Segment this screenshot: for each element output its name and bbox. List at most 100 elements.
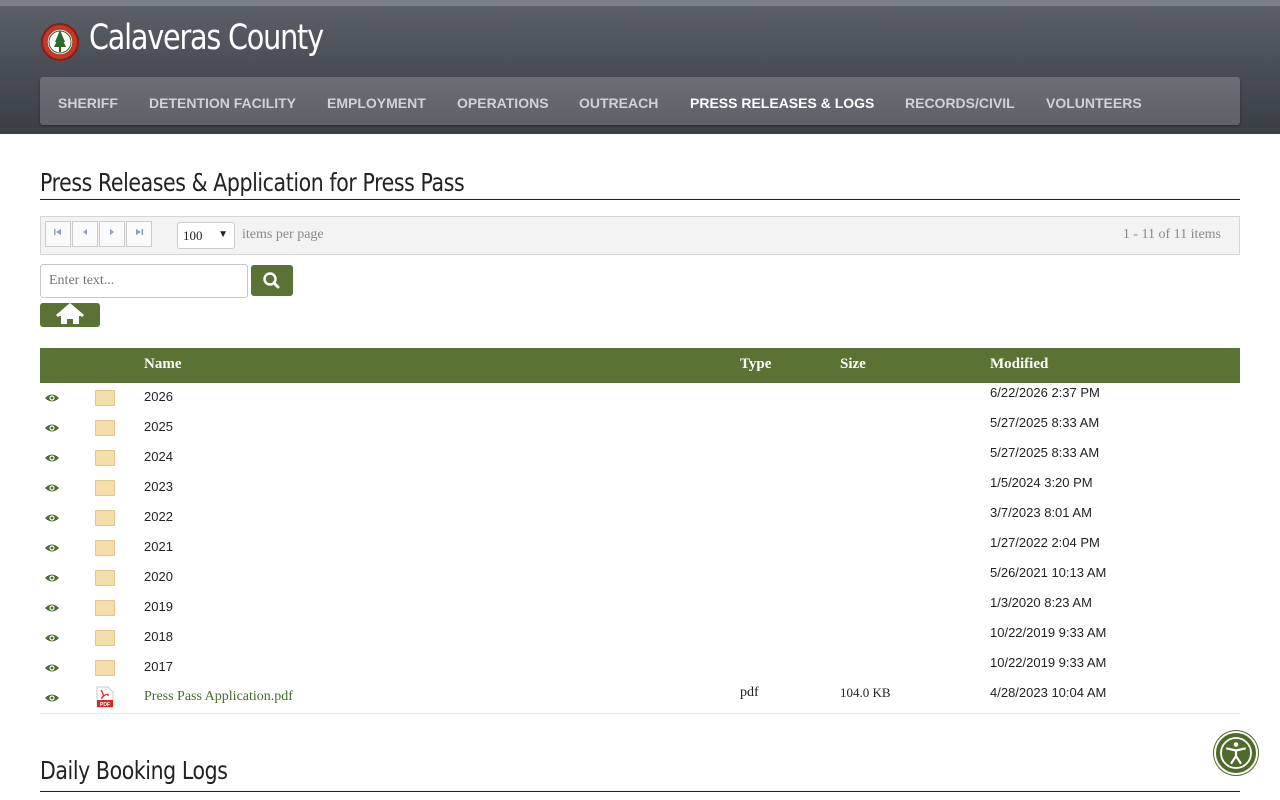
last-page-icon (136, 229, 143, 235)
file-modified: 3/7/2023 8:01 AM (990, 505, 1092, 520)
file-modified: 1/5/2024 3:20 PM (990, 475, 1093, 490)
nav-item-press-releases-logs[interactable]: PRESS RELEASES & LOGS (690, 77, 874, 125)
table-row: 2022 3/7/2023 8:01 AM (40, 503, 1240, 533)
items-per-page-select[interactable]: 100 ▼ (177, 222, 235, 249)
file-modified: 5/27/2025 8:33 AM (990, 415, 1100, 430)
table-row: 2024 5/27/2025 8:33 AM (40, 443, 1240, 473)
section-title-text: Daily Booking Logs (40, 756, 228, 785)
file-name[interactable]: 2018 (144, 629, 173, 644)
file-name[interactable]: 2021 (144, 539, 173, 554)
folder-icon (95, 390, 115, 406)
next-page-button[interactable] (99, 221, 125, 247)
view-eye-icon[interactable] (44, 631, 60, 645)
file-modified: 6/22/2026 2:37 PM (990, 385, 1100, 400)
nav-item-records-civil[interactable]: RECORDS/CIVIL (905, 77, 1015, 125)
pager-info: 1 - 11 of 11 items (1122, 227, 1221, 242)
file-size: 104.0 KB (840, 685, 891, 700)
table-row: 2025 5/27/2025 8:33 AM (40, 413, 1240, 443)
accessibility-icon (1220, 737, 1252, 769)
nav-item-volunteers[interactable]: VOLUNTEERS (1046, 77, 1142, 125)
view-eye-icon[interactable] (44, 661, 60, 675)
file-modified: 4/28/2023 10:04 AM (990, 685, 1107, 700)
table-row: 2020 5/26/2021 10:13 AM (40, 563, 1240, 593)
search-icon (263, 272, 280, 289)
file-name[interactable]: 2024 (144, 449, 173, 464)
page-title-text: Press Releases & Application for Press P… (40, 168, 465, 197)
file-name[interactable]: 2026 (144, 389, 173, 404)
view-eye-icon[interactable] (44, 601, 60, 615)
folder-icon (95, 540, 115, 556)
table-row: 2026 6/22/2026 2:37 PM (40, 383, 1240, 413)
nav-item-sheriff[interactable]: SHERIFF (58, 77, 118, 125)
folder-icon (95, 600, 115, 616)
home-folder-button[interactable] (40, 303, 100, 327)
folder-icon (95, 660, 115, 676)
table-row: 2017 10/22/2019 9:33 AM (40, 653, 1240, 683)
svg-text:PDF: PDF (100, 702, 110, 708)
search-button[interactable] (251, 265, 293, 296)
county-seal-logo[interactable] (41, 23, 79, 61)
table-row: PDF Press Pass Application.pdf pdf 104.0… (40, 683, 1240, 714)
main-nav: SHERIFF DETENTION FACILITY EMPLOYMENT OP… (40, 77, 1240, 125)
section-title-booking-logs: Daily Booking Logs (40, 756, 1240, 792)
view-eye-icon[interactable] (44, 541, 60, 555)
items-per-page-value: 100 (183, 228, 203, 243)
table-row: 2021 1/27/2022 2:04 PM (40, 533, 1240, 563)
accessibility-button[interactable] (1214, 731, 1258, 775)
file-modified: 10/22/2019 9:33 AM (990, 625, 1107, 640)
file-name[interactable]: 2019 (144, 599, 173, 614)
view-eye-icon[interactable] (44, 451, 60, 465)
site-header: Calaveras County SHERIFF DETENTION FACIL… (0, 0, 1280, 134)
file-name[interactable]: 2017 (144, 659, 173, 674)
table-row: 2018 10/22/2019 9:33 AM (40, 623, 1240, 653)
nav-item-outreach[interactable]: OUTREACH (579, 77, 658, 125)
file-modified: 10/22/2019 9:33 AM (990, 655, 1107, 670)
file-modified: 5/27/2025 8:33 AM (990, 445, 1100, 460)
folder-icon (95, 450, 115, 466)
view-eye-icon[interactable] (44, 391, 60, 405)
folder-icon (95, 630, 115, 646)
folder-icon (95, 480, 115, 496)
page-title: Press Releases & Application for Press P… (40, 168, 1240, 200)
file-modified: 1/27/2022 2:04 PM (990, 535, 1100, 550)
table-row: 2023 1/5/2024 3:20 PM (40, 473, 1240, 503)
file-type: pdf (740, 685, 759, 700)
view-eye-icon[interactable] (44, 481, 60, 495)
file-modified: 1/3/2020 8:23 AM (990, 595, 1092, 610)
first-page-button[interactable] (45, 221, 71, 247)
pager-bar: 100 ▼ items per page 1 - 11 of 11 items (40, 216, 1240, 255)
file-name-link[interactable]: Press Pass Application.pdf (144, 689, 293, 705)
file-table-body: 2026 6/22/2026 2:37 PM 2025 5/27/2025 8:… (40, 383, 1240, 714)
folder-icon (95, 570, 115, 586)
nav-item-employment[interactable]: EMPLOYMENT (327, 77, 426, 125)
file-name[interactable]: 2023 (144, 479, 173, 494)
column-header-name[interactable]: Name (144, 348, 182, 383)
next-page-icon (110, 229, 114, 235)
view-eye-icon[interactable] (44, 511, 60, 525)
column-header-modified[interactable]: Modified (990, 348, 1048, 383)
previous-page-button[interactable] (72, 221, 98, 247)
home-icon (56, 303, 84, 324)
site-title[interactable]: Calaveras County (89, 18, 324, 58)
nav-item-operations[interactable]: OPERATIONS (457, 77, 549, 125)
folder-icon (95, 420, 115, 436)
file-name[interactable]: 2025 (144, 419, 173, 434)
first-page-icon (54, 229, 61, 235)
view-eye-icon[interactable] (44, 421, 60, 435)
column-header-type[interactable]: Type (740, 348, 771, 383)
nav-item-detention-facility[interactable]: DETENTION FACILITY (149, 77, 296, 125)
items-per-page-label: items per page (242, 227, 324, 242)
file-table-header: Name Type Size Modified (40, 348, 1240, 383)
file-modified: 5/26/2021 10:13 AM (990, 565, 1107, 580)
search-input[interactable] (40, 264, 248, 298)
last-page-button[interactable] (126, 221, 152, 247)
file-name[interactable]: 2020 (144, 569, 173, 584)
column-header-size[interactable]: Size (840, 348, 866, 383)
folder-icon (95, 510, 115, 526)
pdf-icon: PDF (96, 686, 114, 708)
chevron-down-icon: ▼ (218, 229, 228, 240)
file-name[interactable]: 2022 (144, 509, 173, 524)
view-eye-icon[interactable] (44, 571, 60, 585)
previous-page-icon (83, 229, 87, 235)
view-eye-icon[interactable] (44, 691, 60, 705)
